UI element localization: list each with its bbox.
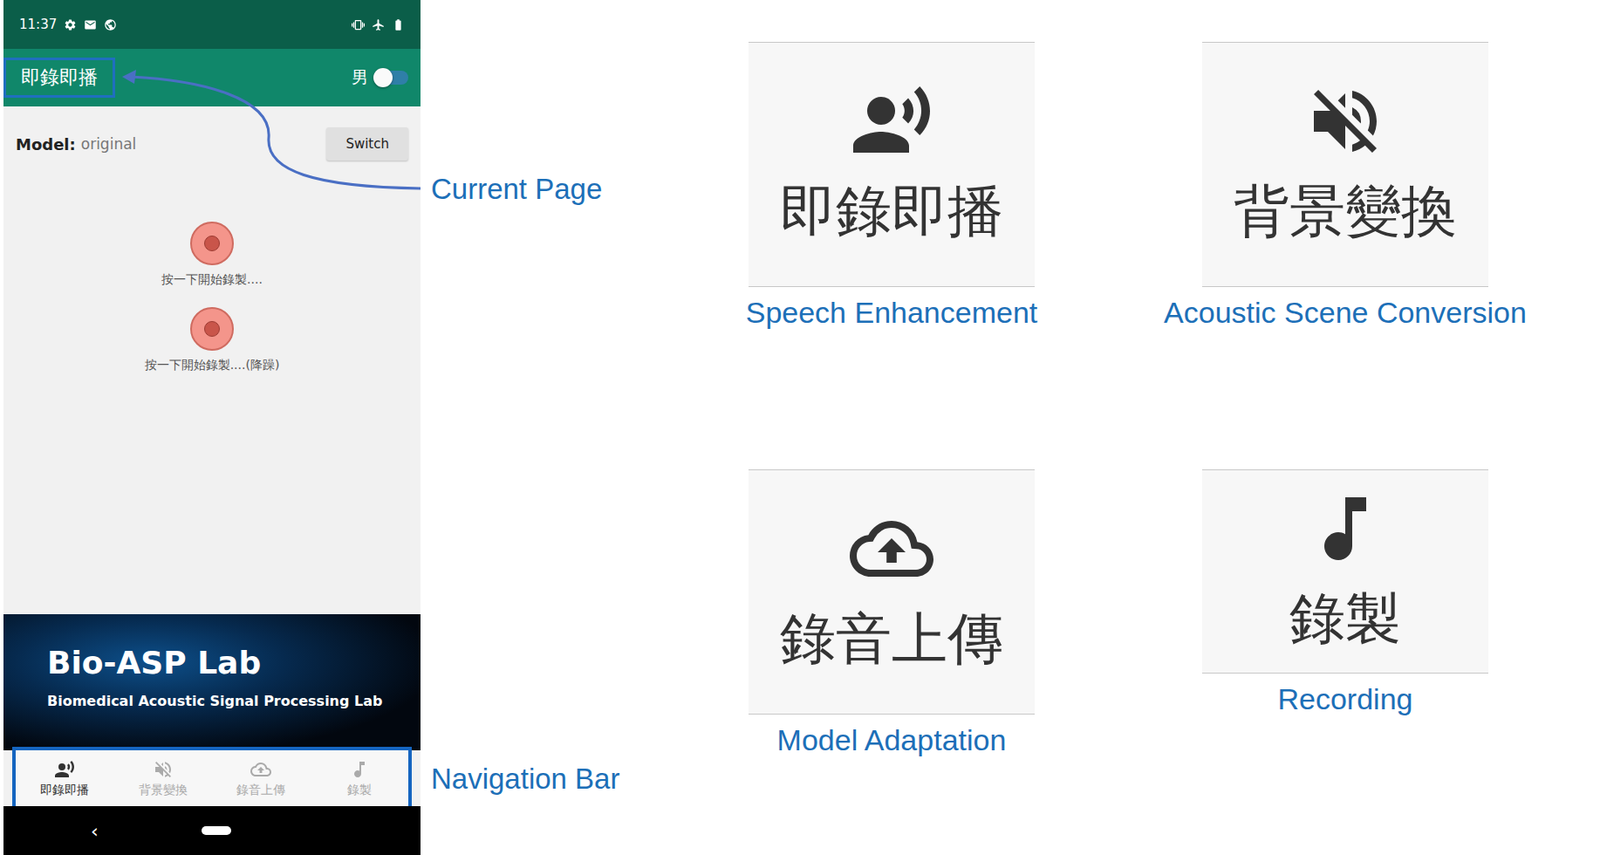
model-value: original [81, 135, 137, 154]
nav-label: 錄製 [347, 782, 372, 799]
model-row: Model: original Switch [15, 127, 409, 161]
speaker-off-icon [152, 758, 174, 780]
lab-banner: Bio-ASP Lab Biomedical Acoustic Signal Pr… [3, 614, 421, 751]
battery-icon [391, 18, 405, 32]
switch-knob[interactable] [373, 68, 393, 88]
music-note-icon [1303, 486, 1388, 571]
tile-caption: Speech Enhancement [745, 295, 1039, 330]
tile-label: 錄音上傳 [779, 601, 1004, 677]
record-button[interactable] [190, 221, 234, 266]
phone-screenshot: 11:37 即錄即播 男 Model: original Switch 按一下開始錄製...… [3, 0, 421, 855]
status-bar: 11:37 [3, 0, 421, 49]
gender-label: 男 [351, 66, 369, 89]
speaking-person-icon [54, 758, 76, 780]
record-dot-icon [204, 235, 220, 252]
switch-track[interactable] [373, 70, 409, 85]
arrow-icon [0, 0, 437, 210]
banner-title: Bio-ASP Lab [47, 644, 421, 681]
tile-cell: 背景變換 Acoustic Scene Conversion [1163, 41, 1527, 330]
nav-label: 背景變換 [138, 782, 188, 799]
page-title: 即錄即播 [3, 57, 116, 98]
navigation-bar-annotation: Navigation Bar [430, 762, 683, 796]
tile-cell: 即錄即播 Speech Enhancement [745, 41, 1039, 330]
browser-icon [103, 18, 117, 32]
record-label: 按一下開始錄製.... [161, 272, 263, 288]
tile-grid: 即錄即播 Speech Enhancement 背景變換 Acoustic Scene… [682, 0, 1590, 855]
nav-item[interactable]: 背景變換 [114, 750, 213, 807]
record-label: 按一下開始錄製....(降躁) [144, 357, 281, 374]
cloud-upload-icon [250, 758, 272, 780]
tile-label: 即錄即播 [779, 173, 1004, 250]
speaker-off-icon [1303, 79, 1388, 164]
banner-subtitle: Biomedical Acoustic Signal Processing La… [47, 692, 421, 710]
navigation-bar: 即錄即播 背景變換 錄音上傳 錄製 [15, 750, 409, 807]
nav-label: 錄音上傳 [236, 782, 286, 799]
nav-item[interactable]: 錄音上傳 [211, 750, 311, 807]
feature-tile: 錄製 [1202, 469, 1489, 674]
tile-caption: Acoustic Scene Conversion [1163, 295, 1527, 330]
music-note-icon [348, 758, 370, 780]
tile-cell: 錄音上傳 Model Adaptation [748, 469, 1035, 758]
tile-cell: 錄製 Recording [1202, 469, 1489, 758]
app-bar: 即錄即播 男 [3, 48, 421, 107]
speaking-person-icon [849, 79, 934, 164]
current-page-annotation: Current Page [430, 172, 683, 206]
record-item: 按一下開始錄製.... [161, 221, 263, 288]
record-group: 按一下開始錄製.... 按一下開始錄製....(降躁) [15, 221, 409, 374]
record-dot-icon [204, 321, 220, 337]
mail-icon [83, 18, 97, 32]
figure: 11:37 即錄即播 男 Model: original Switch 按一下開始錄製...… [0, 0, 1600, 855]
airplane-icon [371, 18, 385, 32]
home-button[interactable] [201, 826, 232, 835]
nav-item[interactable]: 即錄即播 [15, 750, 115, 807]
status-time: 11:37 [19, 16, 57, 33]
back-button[interactable]: ‹ [90, 820, 99, 842]
model-label: Model: [15, 135, 76, 154]
gender-toggle[interactable]: 男 [351, 66, 409, 89]
content: Model:originalSwitch按一下開始錄製....按一下開始錄製..… [3, 106, 421, 615]
tile-caption: Model Adaptation [777, 723, 1007, 758]
nav-item[interactable]: 錄製 [310, 750, 410, 807]
tile-caption: Recording [1278, 682, 1414, 717]
feature-tile: 即錄即播 [748, 41, 1035, 288]
record-item: 按一下開始錄製....(降躁) [144, 307, 281, 374]
feature-tile: 背景變換 [1202, 41, 1489, 288]
cloud-upload-icon [849, 506, 934, 591]
annotation-column: Current Page Navigation Bar [420, 0, 683, 855]
tile-label: 背景變換 [1233, 173, 1457, 250]
tile-label: 錄製 [1289, 581, 1402, 657]
fan-icon [63, 18, 77, 32]
record-button[interactable] [190, 307, 234, 351]
switch-button[interactable]: Switch [326, 127, 409, 161]
vibrate-icon [351, 18, 365, 32]
nav-label: 即錄即播 [40, 782, 89, 799]
system-nav: ‹ [3, 806, 421, 855]
feature-tile: 錄音上傳 [748, 469, 1035, 715]
